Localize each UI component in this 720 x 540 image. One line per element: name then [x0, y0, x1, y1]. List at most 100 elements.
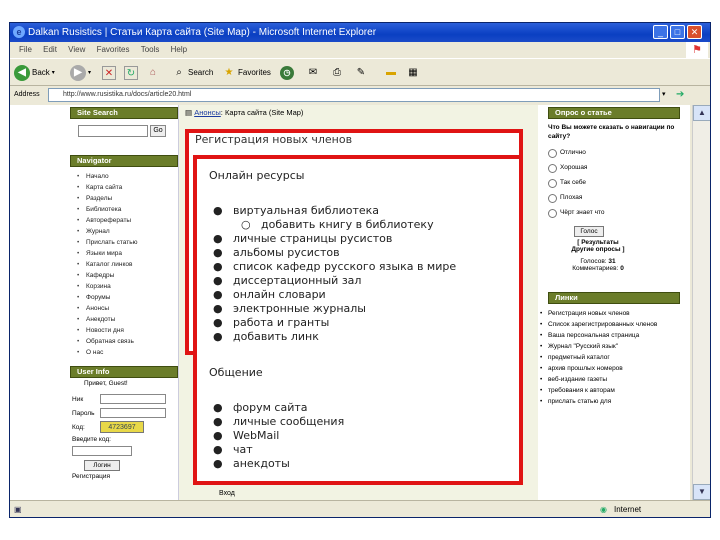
menu-tools[interactable]: Tools	[141, 42, 160, 58]
folder-button[interactable]: ▬	[384, 64, 398, 82]
nav-item[interactable]: Авторефераты	[70, 215, 178, 226]
login-label: Ник	[72, 396, 84, 403]
nav-item[interactable]: О нас	[70, 347, 178, 358]
address-dropdown-icon[interactable]: ▾	[662, 86, 672, 104]
nav-item[interactable]: Корзина	[70, 281, 178, 292]
minimize-button[interactable]: _	[653, 25, 668, 39]
stop-button[interactable]: ✕	[102, 64, 116, 82]
community-item[interactable]: ● форум сайта	[213, 401, 308, 415]
nav-item[interactable]: Прислать статью	[70, 237, 178, 248]
nav-item[interactable]: Форумы	[70, 292, 178, 303]
nav-item[interactable]: Каталог линков	[70, 259, 178, 270]
close-button[interactable]: ✕	[687, 25, 702, 39]
history-button[interactable]: ◷	[280, 64, 294, 82]
link-item[interactable]: прислать статью для	[538, 396, 690, 407]
maximize-button[interactable]: □	[670, 25, 685, 39]
refresh-button[interactable]: ↻	[124, 64, 138, 82]
footer-link[interactable]: Вход	[219, 490, 235, 497]
nav-item[interactable]: Обратная связь	[70, 336, 178, 347]
online-subitem[interactable]: ○ добавить книгу в библиотеку	[241, 218, 434, 232]
community-item[interactable]: ● чат	[213, 443, 253, 457]
online-item[interactable]: ● личные страницы русистов	[213, 232, 392, 246]
nav-item[interactable]: Начало	[70, 171, 178, 182]
register-link[interactable]: Регистрация	[72, 473, 110, 480]
menu-favorites[interactable]: Favorites	[97, 42, 130, 58]
scroll-up-arrow-icon[interactable]: ▲	[693, 105, 710, 121]
menu-edit[interactable]: Edit	[43, 42, 57, 58]
search-button[interactable]: ⌕ Search	[172, 64, 213, 82]
scroll-down-arrow-icon[interactable]: ▼	[693, 484, 710, 500]
online-item[interactable]: ● добавить линк	[213, 330, 319, 344]
print-button[interactable]: ⎙	[330, 64, 344, 82]
nav-item[interactable]: Карта сайта	[70, 182, 178, 193]
nav-item[interactable]: Библиотека	[70, 204, 178, 215]
breadcrumb: ▤ Анонсы: Карта сайта (Site Map)	[185, 108, 304, 117]
community-item[interactable]: ● анекдоты	[213, 457, 290, 471]
online-item[interactable]: ● диссертационный зал	[213, 274, 361, 288]
community-item[interactable]: ● WebMail	[213, 429, 279, 443]
go-arrow-icon[interactable]: ➔	[676, 86, 684, 104]
favorites-button[interactable]: ★ Favorites	[222, 64, 271, 82]
nav-item[interactable]: Языки мира	[70, 248, 178, 259]
menu-title[interactable]: Регистрация новых членов	[195, 133, 352, 146]
history-icon: ◷	[280, 66, 294, 80]
mail-button[interactable]: ✉	[306, 64, 320, 82]
link-item[interactable]: Регистрация новых членов	[538, 308, 690, 319]
menu-view[interactable]: View	[68, 42, 85, 58]
breadcrumb-anons-link[interactable]: Анонсы	[194, 108, 221, 117]
nav-item[interactable]: Разделы	[70, 193, 178, 204]
online-item[interactable]: ● электронные журналы	[213, 302, 366, 316]
site-search-title: Site Search	[70, 107, 178, 119]
title-bar[interactable]: e Dalkan Rusistics | Статьи Карта сайта …	[10, 23, 710, 42]
search-icon: ⌕	[176, 67, 182, 78]
poll-option[interactable]: Плохая	[538, 190, 690, 205]
password-label: Пароль	[72, 410, 95, 417]
link-item[interactable]: веб-издание газеты	[538, 374, 690, 385]
poll-option[interactable]: Так себе	[538, 175, 690, 190]
online-item[interactable]: ● виртуальная библиотека	[213, 204, 379, 218]
menu-help[interactable]: Help	[171, 42, 187, 58]
login-button[interactable]: Логин	[84, 460, 120, 471]
password-input[interactable]	[100, 408, 166, 418]
poll-option[interactable]: Отлично	[538, 145, 690, 160]
login-input[interactable]	[100, 394, 166, 404]
link-item[interactable]: Список зарегистрированных членов	[538, 319, 690, 330]
nav-item[interactable]: Новости дня	[70, 325, 178, 336]
online-item[interactable]: ● работа и гранты	[213, 316, 329, 330]
right-column: Опрос о статье Что Вы можете сказать о н…	[538, 105, 690, 500]
online-item[interactable]: ● список кафедр русского языка в мире	[213, 260, 456, 274]
poll-option[interactable]: Хорошая	[538, 160, 690, 175]
link-item[interactable]: архив прошлых номеров	[538, 363, 690, 374]
home-button[interactable]: ⌂	[146, 64, 160, 82]
vertical-scrollbar[interactable]: ▲ ▼	[692, 105, 710, 500]
votes-info: Голосов: 31	[580, 258, 616, 265]
menu-file[interactable]: File	[19, 42, 32, 58]
results-link[interactable]: [ Результаты	[538, 239, 658, 246]
nav-item[interactable]: Кафедры	[70, 270, 178, 281]
address-input[interactable]: http://www.rusistika.ru/docs/article20.h…	[48, 88, 660, 102]
screen: e Dalkan Rusistics | Статьи Карта сайта …	[0, 0, 720, 540]
code-input[interactable]	[72, 446, 132, 456]
site-search-form: Go	[70, 119, 178, 147]
online-item[interactable]: ● альбомы русистов	[213, 246, 340, 260]
vote-button[interactable]: Голос	[574, 226, 604, 237]
research-button[interactable]: ▦	[406, 64, 420, 82]
link-item[interactable]: Ваша персональная страница	[538, 330, 690, 341]
link-item[interactable]: Журнал "Русский язык"	[538, 341, 690, 352]
community-item[interactable]: ● личные сообщения	[213, 415, 344, 429]
back-button[interactable]: ◀ Back ▾	[14, 64, 55, 82]
link-item[interactable]: предметный каталог	[538, 352, 690, 363]
window-title: Dalkan Rusistics | Статьи Карта сайта (S…	[28, 27, 377, 38]
site-search-input[interactable]	[78, 125, 148, 137]
edit-button[interactable]: ✎	[354, 64, 368, 82]
nav-item[interactable]: Анонсы	[70, 303, 178, 314]
online-item[interactable]: ● онлайн словари	[213, 288, 326, 302]
forward-button[interactable]: ▶ ▾	[70, 64, 91, 82]
link-item[interactable]: требования к авторам	[538, 385, 690, 396]
poll-option[interactable]: Чёрт знает что	[538, 205, 690, 220]
other-polls-link[interactable]: Другие опросы ]	[538, 246, 658, 253]
nav-item[interactable]: Анекдоты	[70, 314, 178, 325]
forward-arrow-icon: ▶	[70, 65, 86, 81]
nav-item[interactable]: Журнал	[70, 226, 178, 237]
site-search-button[interactable]: Go	[150, 125, 166, 137]
